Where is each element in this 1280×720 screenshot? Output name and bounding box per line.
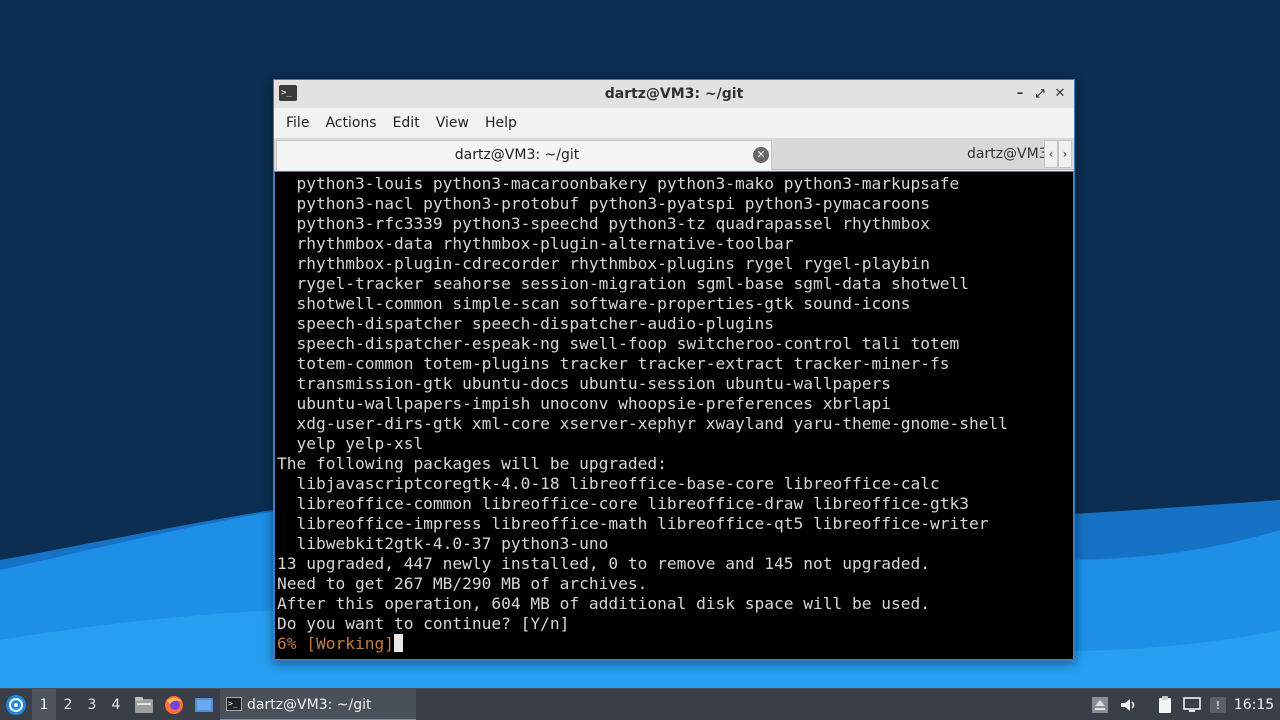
terminal-lines: python3-louis python3-macaroonbakery pyt… [277,174,1067,654]
menu-edit[interactable]: Edit [385,108,428,138]
progress-text: 6% [Working] [277,634,394,653]
tab-label: dartz@VM3: ~/git [454,147,580,163]
terminal-window[interactable]: >_ dartz@VM3: ~/git – ⤢ ✕ File Actions E… [273,79,1075,661]
terminal-line: ubuntu-wallpapers-impish unoconv whoopsi… [277,394,891,413]
terminal-line: libreoffice-impress libreoffice-math lib… [277,514,989,533]
terminal-line: After this operation, 604 MB of addition… [277,594,930,613]
menu-view[interactable]: View [428,108,477,138]
terminal-output[interactable]: python3-louis python3-macaroonbakery pyt… [274,171,1074,660]
task-label: dartz@VM3: ~/git [247,697,372,713]
workspace-3[interactable]: 3 [80,689,104,720]
window-title: dartz@VM3: ~/git [604,86,744,102]
workspace-2[interactable]: 2 [56,689,80,720]
terminal-line: 13 upgraded, 447 newly installed, 0 to r… [277,554,930,573]
eject-icon[interactable] [1090,695,1110,715]
menu-help[interactable]: Help [477,108,525,138]
tab-bar: dartz@VM3: ~/git ✕ dartz@VM3: ~/git ‹ › [274,138,1074,170]
terminal-line: xdg-user-dirs-gtk xml-core xserver-xephy… [277,414,1008,433]
volume-icon[interactable] [1118,695,1138,715]
terminal-line: speech-dispatcher-espeak-ng swell-foop s… [277,334,960,353]
terminal-line: rygel-tracker seahorse session-migration… [277,274,969,293]
update-notifier-icon[interactable]: ! [1208,695,1228,715]
window-titlebar[interactable]: >_ dartz@VM3: ~/git – ⤢ ✕ [274,80,1074,108]
menu-actions[interactable]: Actions [317,108,384,138]
terminal-line: libwebkit2gtk-4.0-37 python3-uno [277,534,609,553]
terminal-line: totem-common totem-plugins tracker track… [277,354,950,373]
chevron-right-icon[interactable]: › [1058,140,1072,168]
workspace-1[interactable]: 1 [32,689,56,720]
terminal-line: shotwell-common simple-scan software-pro… [277,294,911,313]
chevron-left-icon[interactable]: ‹ [1044,140,1058,168]
close-icon[interactable]: ✕ [1050,84,1070,104]
terminal-line: speech-dispatcher speech-dispatcher-audi… [277,314,775,333]
terminal-line: python3-nacl python3-protobuf python3-py… [277,194,930,213]
terminal-line: transmission-gtk ubuntu-docs ubuntu-sess… [277,374,891,393]
maximize-icon[interactable]: ⤢ [1030,84,1050,104]
terminal-line: rhythmbox-data rhythmbox-plugin-alternat… [277,234,794,253]
terminal-line: libreoffice-common libreoffice-core libr… [277,494,969,513]
terminal-icon: >_ [226,697,242,711]
menubar: File Actions Edit View Help [274,108,1074,138]
terminal-line: python3-louis python3-macaroonbakery pyt… [277,174,960,193]
minimize-icon[interactable]: – [1010,84,1030,104]
file-manager-icon[interactable] [134,695,154,715]
taskbar-clock[interactable]: 16:15 [1232,689,1276,720]
svg-text:!: ! [1216,699,1220,712]
terminal-line: libjavascriptcoregtk-4.0-18 libreoffice-… [277,474,940,493]
tab-label-second: dartz@VM3: ~/git [967,146,1046,162]
close-circle-icon[interactable]: ✕ [753,147,769,163]
tab-second[interactable]: dartz@VM3: ~/git [774,140,1046,170]
taskbar: 1 2 3 4 >_ dartz@VM3: ~/git ! 16:15 [0,688,1280,720]
terminal-cursor [393,634,403,652]
network-icon[interactable] [1182,695,1202,715]
terminal-line: Do you want to continue? [Y/n] [277,614,570,633]
workspace-4[interactable]: 4 [104,689,128,720]
terminal-line: python3-rfc3339 python3-speechd python3-… [277,214,930,233]
terminal-line: The following packages will be upgraded: [277,454,667,473]
lubuntu-start-icon[interactable] [5,694,27,716]
tab-active[interactable]: dartz@VM3: ~/git ✕ [276,140,772,170]
show-desktop-icon[interactable] [194,695,214,715]
taskbar-terminal-task[interactable]: >_ dartz@VM3: ~/git [220,689,416,720]
terminal-line: yelp yelp-xsl [277,434,424,453]
terminal-line: rhythmbox-plugin-cdrecorder rhythmbox-pl… [277,254,930,273]
terminal-line: Need to get 267 MB/290 MB of archives. [277,574,648,593]
menu-file[interactable]: File [278,108,317,138]
clipboard-icon[interactable] [1155,695,1175,715]
firefox-icon[interactable] [164,695,184,715]
terminal-progress-line: 6% [Working] [277,634,1067,654]
